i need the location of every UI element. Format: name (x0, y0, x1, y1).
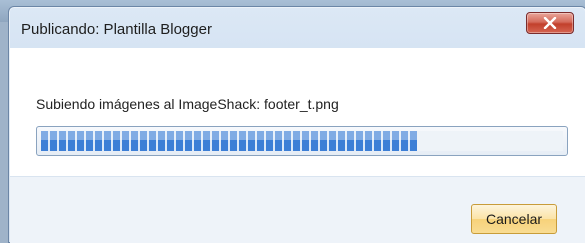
close-button[interactable] (526, 12, 574, 34)
progress-track (41, 131, 563, 151)
publish-dialog: Publicando: Plantilla Blogger Subiendo i… (8, 6, 585, 243)
upload-progress-bar (36, 126, 568, 156)
dialog-footer: Cancelar (10, 176, 585, 243)
window-title: Publicando: Plantilla Blogger (21, 21, 212, 38)
close-icon (543, 17, 557, 29)
content-area: Subiendo imágenes al ImageShack: footer_… (10, 48, 585, 176)
progress-fill (41, 131, 417, 151)
title-bar[interactable]: Publicando: Plantilla Blogger (9, 7, 585, 39)
upload-status-text: Subiendo imágenes al ImageShack: footer_… (36, 96, 339, 112)
cancel-button[interactable]: Cancelar (471, 204, 557, 234)
